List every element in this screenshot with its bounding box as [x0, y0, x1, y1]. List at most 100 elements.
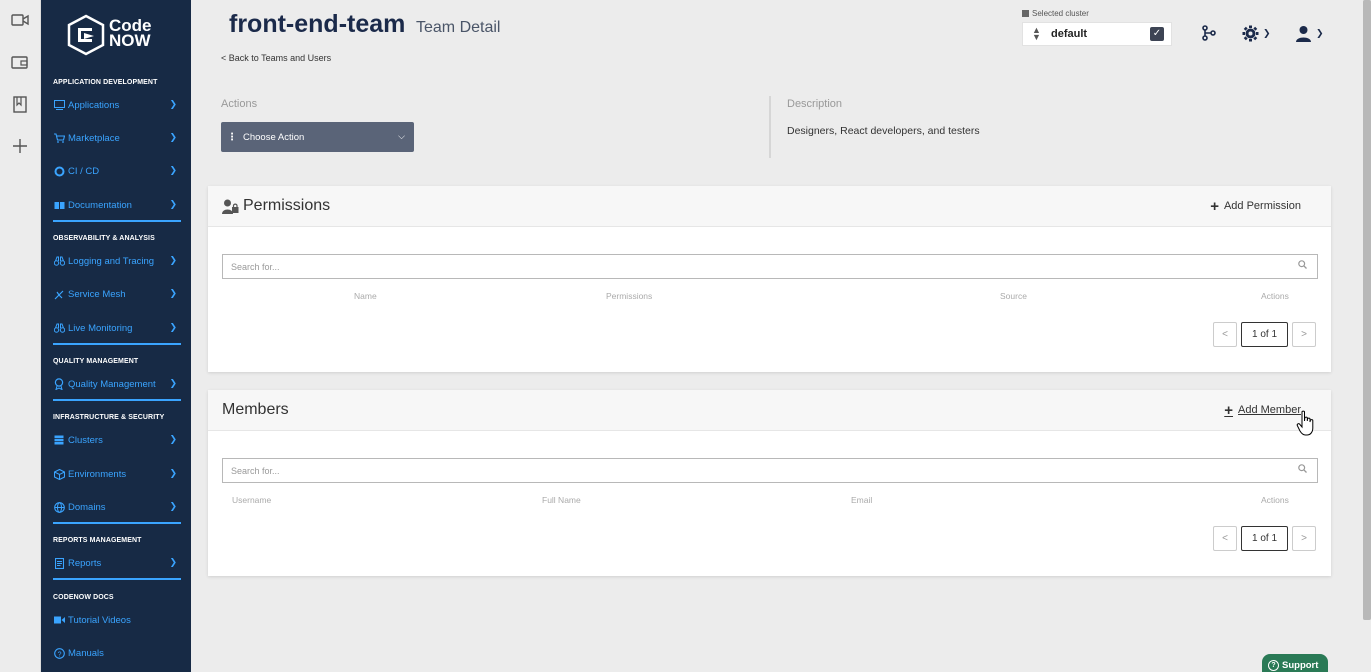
members-panel: Members + Add Member Username Full Name …: [208, 390, 1331, 576]
column-header-actions: Actions: [1261, 495, 1289, 505]
column-header-name[interactable]: Name: [354, 291, 377, 301]
column-header-source[interactable]: Source: [1000, 291, 1027, 301]
cube-icon: [53, 468, 65, 480]
sidebar-item-label: Documentation: [68, 199, 132, 211]
sidebar-item-documentation[interactable]: Documentation ❯: [53, 196, 181, 214]
sidebar-item-logging[interactable]: Logging and Tracing ❯: [53, 252, 181, 270]
sidebar-item-service-mesh[interactable]: Service Mesh ❯: [53, 285, 181, 303]
support-button[interactable]: ? Support: [1262, 654, 1328, 672]
add-permission-button[interactable]: + Add Permission: [1210, 199, 1301, 214]
permissions-title: Permissions: [222, 197, 330, 215]
plus-icon[interactable]: [10, 138, 30, 158]
hand-cursor-icon: [1296, 410, 1314, 436]
choose-action-label: Choose Action: [243, 131, 305, 143]
chevron-right-icon: ❯: [169, 255, 177, 265]
members-search: [222, 458, 1318, 483]
git-branch-icon[interactable]: [1201, 22, 1217, 44]
sidebar-item-applications[interactable]: Applications ❯: [53, 96, 181, 114]
sidebar-item-label: Marketplace: [68, 132, 120, 144]
next-page-button[interactable]: >: [1292, 526, 1316, 551]
add-member-label: Add Member: [1238, 404, 1301, 416]
chevron-right-icon: ❯: [169, 378, 177, 388]
sidebar-item-label: CI / CD: [68, 165, 100, 177]
back-link[interactable]: < Back to Teams and Users: [221, 53, 331, 63]
sidebar-item-reports[interactable]: Reports ❯: [53, 554, 181, 572]
codenow-logo[interactable]: Code NOW: [66, 14, 176, 56]
section-title-quality: QUALITY MANAGEMENT: [53, 358, 139, 365]
members-pagination: < 1 of 1 >: [1213, 526, 1316, 551]
permissions-header: Permissions + Add Permission: [208, 186, 1331, 227]
checkbox-icon[interactable]: ✓: [1150, 27, 1164, 41]
sidebar-item-label: Environments: [68, 468, 127, 480]
add-permission-label: Add Permission: [1223, 200, 1301, 212]
sort-icon: ▲ ▼: [1032, 25, 1041, 42]
sidebar-item-label: Clusters: [68, 434, 103, 446]
globe-icon: [53, 501, 65, 513]
column-header-full-name[interactable]: Full Name: [542, 495, 581, 505]
sidebar-item-clusters[interactable]: Clusters ❯: [53, 431, 181, 449]
page-subtitle: Team Detail: [416, 19, 501, 36]
quality-icon: [53, 378, 65, 390]
permissions-search-input[interactable]: [223, 255, 1283, 278]
column-header-permissions[interactable]: Permissions: [606, 291, 652, 301]
prev-page-button[interactable]: <: [1213, 526, 1237, 551]
report-icon: [53, 557, 65, 569]
chevron-down-icon: ❯: [1263, 27, 1271, 38]
sidebar-item-cicd[interactable]: CI / CD ❯: [53, 162, 181, 180]
apps-icon: [53, 99, 65, 111]
book-icon[interactable]: [10, 96, 30, 116]
sidebar-item-live-monitoring[interactable]: Live Monitoring ❯: [53, 319, 181, 337]
sidebar-item-label: Tutorial Videos: [68, 614, 131, 626]
cluster-label-text: Selected cluster: [1032, 9, 1089, 18]
members-search-input[interactable]: [223, 459, 1283, 482]
sidebar-item-label: Reports: [68, 557, 102, 569]
chevron-down-icon: ⌵: [398, 131, 405, 141]
user-menu[interactable]: ❯: [1295, 22, 1324, 44]
section-divider: [53, 578, 181, 580]
chevron-right-icon: ❯: [169, 468, 177, 478]
scrollbar[interactable]: [1363, 0, 1371, 620]
actions-label: Actions: [221, 98, 258, 110]
section-divider: [53, 522, 181, 524]
more-vertical-icon: ⋮: [227, 131, 237, 143]
chevron-down-icon: ❯: [1316, 27, 1324, 38]
sidebar-item-tutorial-videos[interactable]: Tutorial Videos: [53, 611, 181, 629]
sidebar-item-marketplace[interactable]: Marketplace ❯: [53, 129, 181, 147]
column-header-username[interactable]: Username: [232, 495, 271, 505]
logo-text-2: NOW: [109, 31, 151, 50]
cluster-select[interactable]: ▲ ▼ default ✓: [1022, 22, 1172, 46]
sidebar-item-domains[interactable]: Domains ❯: [53, 498, 181, 516]
page-indicator: 1 of 1: [1241, 526, 1288, 551]
sidebar-item-environments[interactable]: Environments ❯: [53, 465, 181, 483]
permissions-panel: Permissions + Add Permission Name Permis…: [208, 186, 1331, 372]
section-title-app-dev: APPLICATION DEVELOPMENT: [53, 79, 158, 86]
chevron-right-icon: ❯: [169, 288, 177, 298]
add-member-button[interactable]: + Add Member: [1224, 401, 1301, 419]
scrollbar-thumb[interactable]: [1363, 0, 1371, 620]
sidebar-item-manuals[interactable]: ? Manuals: [53, 644, 181, 662]
prev-page-button[interactable]: <: [1213, 322, 1237, 347]
column-header-email[interactable]: Email: [851, 495, 872, 505]
choose-action-dropdown[interactable]: ⋮ Choose Action ⌵: [221, 122, 414, 152]
permissions-search: [222, 254, 1318, 279]
page-title: front-end-team: [229, 10, 406, 38]
next-page-button[interactable]: >: [1292, 322, 1316, 347]
help-icon: ?: [1268, 659, 1279, 671]
sidebar-item-quality-management[interactable]: Quality Management ❯: [53, 375, 181, 393]
icon-rail: [0, 0, 41, 672]
section-divider: [53, 220, 181, 222]
settings-menu[interactable]: ❯: [1242, 22, 1271, 44]
user-icon: [1296, 25, 1311, 42]
plus-icon: +: [1224, 401, 1234, 419]
video-icon[interactable]: [10, 12, 30, 32]
sidebar-item-label: Applications: [68, 99, 120, 111]
column-header-actions: Actions: [1261, 291, 1289, 301]
server-icon: [1022, 10, 1029, 17]
cart-icon: [53, 132, 65, 144]
wallet-icon[interactable]: [10, 54, 30, 74]
members-title: Members: [222, 401, 289, 418]
chevron-right-icon: ❯: [169, 99, 177, 109]
section-title-reports: REPORTS MANAGEMENT: [53, 537, 142, 544]
cicd-icon: [53, 165, 65, 177]
cluster-label: Selected cluster: [1022, 9, 1089, 18]
